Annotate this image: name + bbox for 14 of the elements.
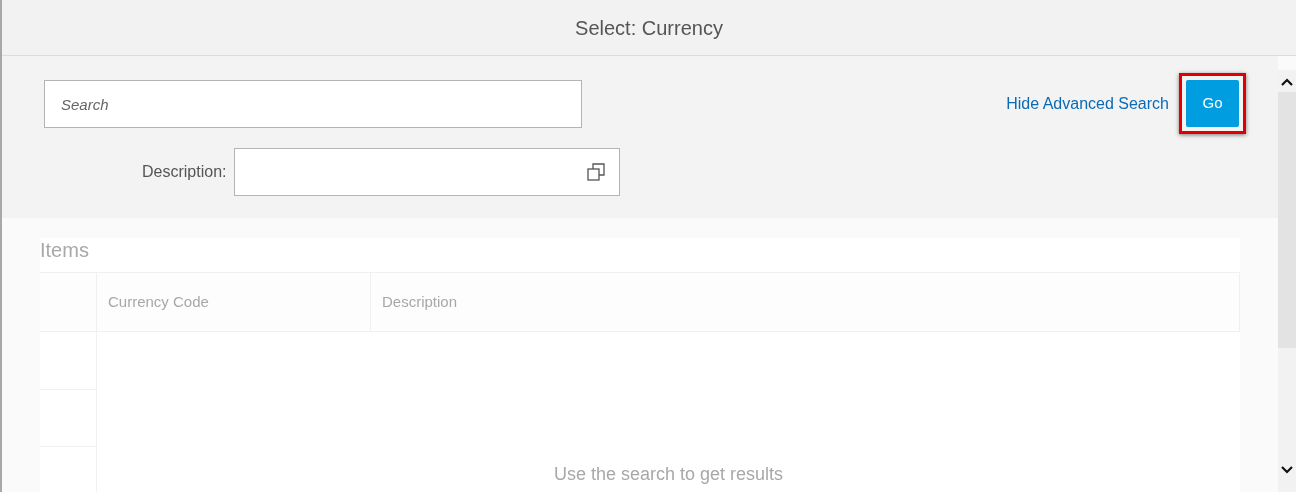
scroll-down-icon[interactable] xyxy=(1281,466,1293,474)
column-header: Currency Code xyxy=(97,273,371,331)
field-label: Description: xyxy=(142,162,227,182)
empty-message: Use the search to get results xyxy=(553,463,784,486)
scrollbar[interactable] xyxy=(1278,70,1296,492)
hide-advanced-search-link[interactable]: Hide Advanced Search xyxy=(1006,91,1169,116)
search-field[interactable]: Search xyxy=(44,80,582,128)
description-field[interactable] xyxy=(234,148,621,196)
go-button[interactable]: Go xyxy=(1186,80,1239,127)
table-title: Items xyxy=(40,238,90,263)
column-header: Description xyxy=(371,273,1240,331)
scroll-up-icon[interactable] xyxy=(1281,78,1293,86)
dialog-title: Select: Currency xyxy=(575,15,723,41)
value-help-icon[interactable] xyxy=(587,163,606,181)
